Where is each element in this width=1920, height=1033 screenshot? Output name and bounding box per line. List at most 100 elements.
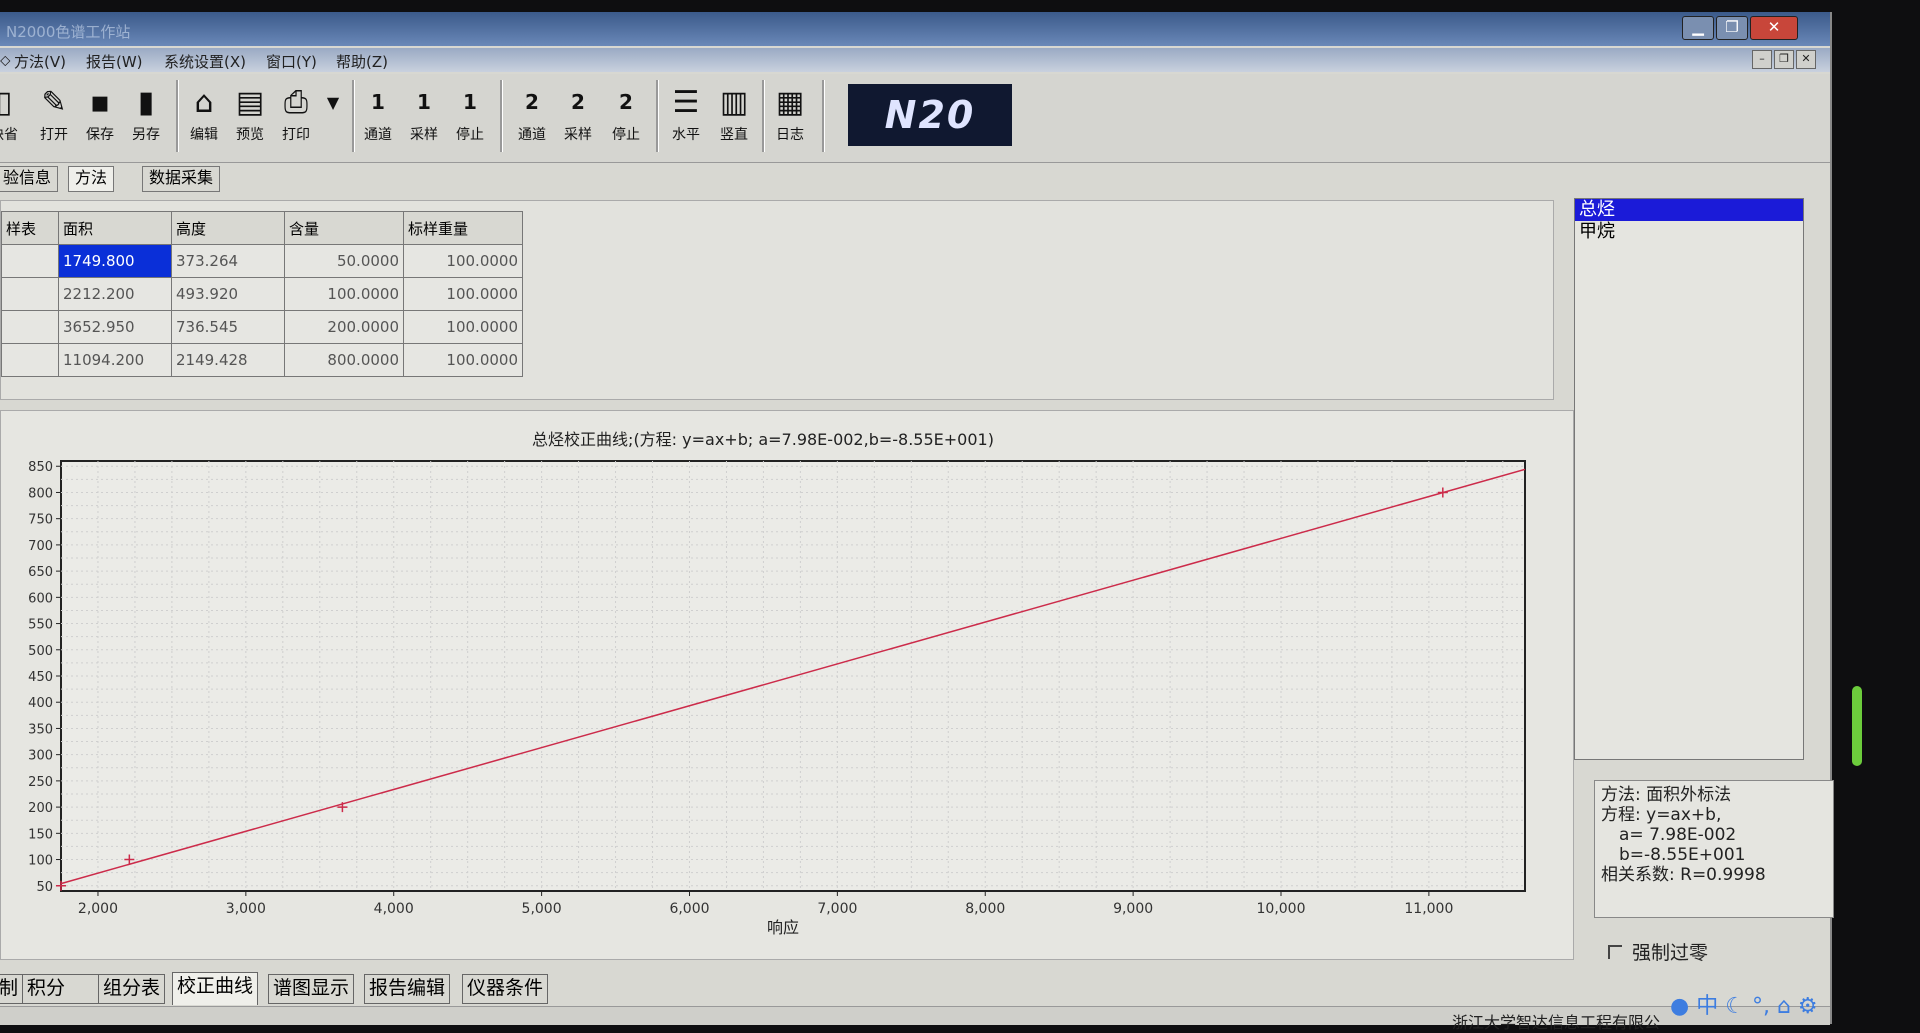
preview-icon: ▤ — [235, 85, 265, 120]
table-cell[interactable]: 100.0000 — [403, 244, 523, 278]
table-cell[interactable] — [1, 310, 59, 344]
preview-button[interactable]: ▤ 预览 — [228, 80, 272, 144]
table-cell[interactable] — [1, 244, 59, 278]
vertical-split-icon: ▥ — [719, 85, 749, 120]
table-cell[interactable]: 100.0000 — [403, 343, 523, 377]
checkbox-box[interactable] — [1608, 945, 1622, 959]
save-as-button[interactable]: ▮ 另存 — [124, 80, 168, 144]
tab-report-edit[interactable]: 报告编辑 — [364, 974, 451, 1004]
toolbar-separator — [822, 80, 825, 152]
table-cell[interactable]: 100.0000 — [403, 310, 523, 344]
close-button[interactable]: ✕ — [1750, 16, 1798, 40]
menu-window[interactable]: 窗口(Y) — [266, 51, 317, 72]
system-tray: ● 中 ☾ °, ⌂ ⚙ — [1670, 988, 1818, 1020]
table-cell[interactable]: 493.920 — [171, 277, 285, 311]
mdi-close-button[interactable]: ✕ — [1796, 50, 1816, 69]
tab-spectrum-display[interactable]: 谱图显示 — [268, 974, 355, 1004]
folder-open-icon: ✎ — [41, 85, 67, 120]
x-tick-label: 11,000 — [1404, 901, 1453, 917]
component-list[interactable]: 总烃 甲烷 — [1574, 198, 1804, 760]
table-cell[interactable]: 100.0000 — [403, 277, 523, 311]
table-header-row: 样表 面积 高度 含量 标样重量 — [1, 211, 523, 245]
window-title: N2000色谱工作站 — [6, 23, 131, 41]
table-cell[interactable]: 2212.200 — [58, 277, 172, 311]
force-zero-checkbox[interactable]: 强制过零 — [1608, 938, 1708, 965]
channel1-button[interactable]: 1 通道 — [356, 80, 400, 144]
chromatogram-icon: 1 — [417, 90, 431, 114]
chromatogram-icon: 2 — [619, 90, 633, 114]
minimize-button[interactable]: ▁ — [1682, 16, 1714, 40]
menu-method[interactable]: 方法(V) — [14, 51, 66, 72]
default-button[interactable]: ▯缺省 — [0, 80, 26, 144]
save-button[interactable]: ▪ 保存 — [78, 80, 122, 144]
calibration-table-panel: 样表 面积 高度 含量 标样重量 1749.800 373.264 50.000… — [0, 200, 1554, 400]
calibration-chart-panel: 2,000 3,000 4,000 5,000 6,000 7,000 8,000 9,000… — [0, 410, 1574, 960]
open-button[interactable]: ✎ 打开 — [32, 80, 76, 144]
tab-info[interactable]: 验信息 — [0, 166, 59, 192]
info-r: 相关系数: R=0.9998 — [1601, 865, 1766, 885]
tab-data-acquisition[interactable]: 数据采集 — [142, 166, 221, 192]
mdi-restore-button[interactable]: ❐ — [1774, 50, 1794, 69]
channel1-stop-button[interactable]: 1 停止 — [448, 80, 492, 144]
moon-icon[interactable]: ☾ — [1725, 994, 1745, 1019]
tab-control[interactable]: 制 — [0, 974, 24, 1004]
calibration-info-box: 方法: 面积外标法 方程: y=ax+b, a= 7.98E-002 b=-8.… — [1594, 780, 1834, 918]
table-cell[interactable]: 200.0000 — [284, 310, 404, 344]
y-tick-label: 100 — [28, 854, 53, 869]
channel2-sample-button[interactable]: 2 采样 — [556, 80, 600, 144]
mdi-minimize-button[interactable]: – — [1752, 50, 1772, 69]
table-cell[interactable]: 800.0000 — [284, 343, 404, 377]
horizontal-button[interactable]: ☰ 水平 — [664, 80, 708, 144]
column-header: 样表 — [1, 211, 59, 245]
floppy-icon: ▪ — [89, 85, 111, 120]
table-row[interactable]: 3652.950 736.545 200.0000 100.0000 — [1, 310, 523, 344]
print-dropdown[interactable]: ▼ — [318, 80, 348, 124]
log-button[interactable]: ▦ 日志 — [768, 80, 812, 144]
vertical-button[interactable]: ▥ 竖直 — [712, 80, 756, 144]
table-cell[interactable] — [1, 343, 59, 377]
y-tick-label: 200 — [28, 801, 53, 816]
edit-button[interactable]: ⌂ 编辑 — [182, 80, 226, 144]
table-cell[interactable]: 373.264 — [171, 244, 285, 278]
tab-integration[interactable]: 积分 — [22, 974, 100, 1004]
ime-chinese-label[interactable]: 中 — [1696, 994, 1718, 1019]
table-cell[interactable]: 11094.200 — [58, 343, 172, 377]
table-cell[interactable]: 2149.428 — [171, 343, 285, 377]
gear-icon[interactable]: ⚙ — [1798, 994, 1818, 1019]
ime-bird-icon[interactable]: ● — [1670, 994, 1689, 1019]
table-cell[interactable] — [1, 277, 59, 311]
print-button[interactable]: ⎙ 打印 — [274, 80, 318, 144]
menu-help[interactable]: 帮助(Z) — [336, 51, 388, 72]
tab-component-table[interactable]: 组分表 — [98, 974, 166, 1004]
menu-settings[interactable]: 系统设置(X) — [164, 51, 246, 72]
channel1-sample-button[interactable]: 1 采样 — [402, 80, 446, 144]
punctuation-icon[interactable]: °, — [1752, 994, 1770, 1019]
table-row[interactable]: 11094.200 2149.428 800.0000 100.0000 — [1, 343, 523, 377]
restore-button[interactable]: ❐ — [1716, 16, 1748, 40]
calibration-chart[interactable]: 2,000 3,000 4,000 5,000 6,000 7,000 8,000 9,000… — [1, 411, 1573, 959]
menu-report[interactable]: 报告(W) — [86, 51, 143, 72]
main-window: N2000色谱工作站 ▁ ❐ ✕ ⬦ 方法(V) 报告(W) 系统设置(X) 窗… — [0, 12, 1834, 1032]
x-tick-label: 10,000 — [1257, 901, 1306, 917]
shirt-icon[interactable]: ⌂ — [1777, 994, 1791, 1019]
y-tick-label: 150 — [28, 827, 53, 842]
table-cell[interactable]: 736.545 — [171, 310, 285, 344]
table-cell[interactable]: 100.0000 — [284, 277, 404, 311]
table-row[interactable]: 2212.200 493.920 100.0000 100.0000 — [1, 277, 523, 311]
channel2-button[interactable]: 2 通道 — [510, 80, 554, 144]
component-item[interactable]: 甲烷 — [1575, 221, 1803, 243]
tab-calibration-curve[interactable]: 校正曲线 — [172, 972, 259, 1005]
side-scroll-indicator[interactable] — [1852, 686, 1862, 766]
y-tick-label: 700 — [28, 539, 53, 554]
table-row[interactable]: 1749.800 373.264 50.0000 100.0000 — [1, 244, 523, 278]
save-as-icon: ▮ — [137, 85, 155, 120]
component-item[interactable]: 总烃 — [1575, 199, 1803, 221]
tab-method[interactable]: 方法 — [68, 166, 115, 192]
tab-instrument-conditions[interactable]: 仪器条件 — [462, 974, 549, 1004]
table-cell[interactable]: 1749.800 — [58, 244, 172, 278]
table-cell[interactable]: 50.0000 — [284, 244, 404, 278]
x-tick-label: 5,000 — [522, 901, 562, 917]
x-tick-label: 2,000 — [78, 901, 118, 917]
table-cell[interactable]: 3652.950 — [58, 310, 172, 344]
channel2-stop-button[interactable]: 2 停止 — [604, 80, 648, 144]
